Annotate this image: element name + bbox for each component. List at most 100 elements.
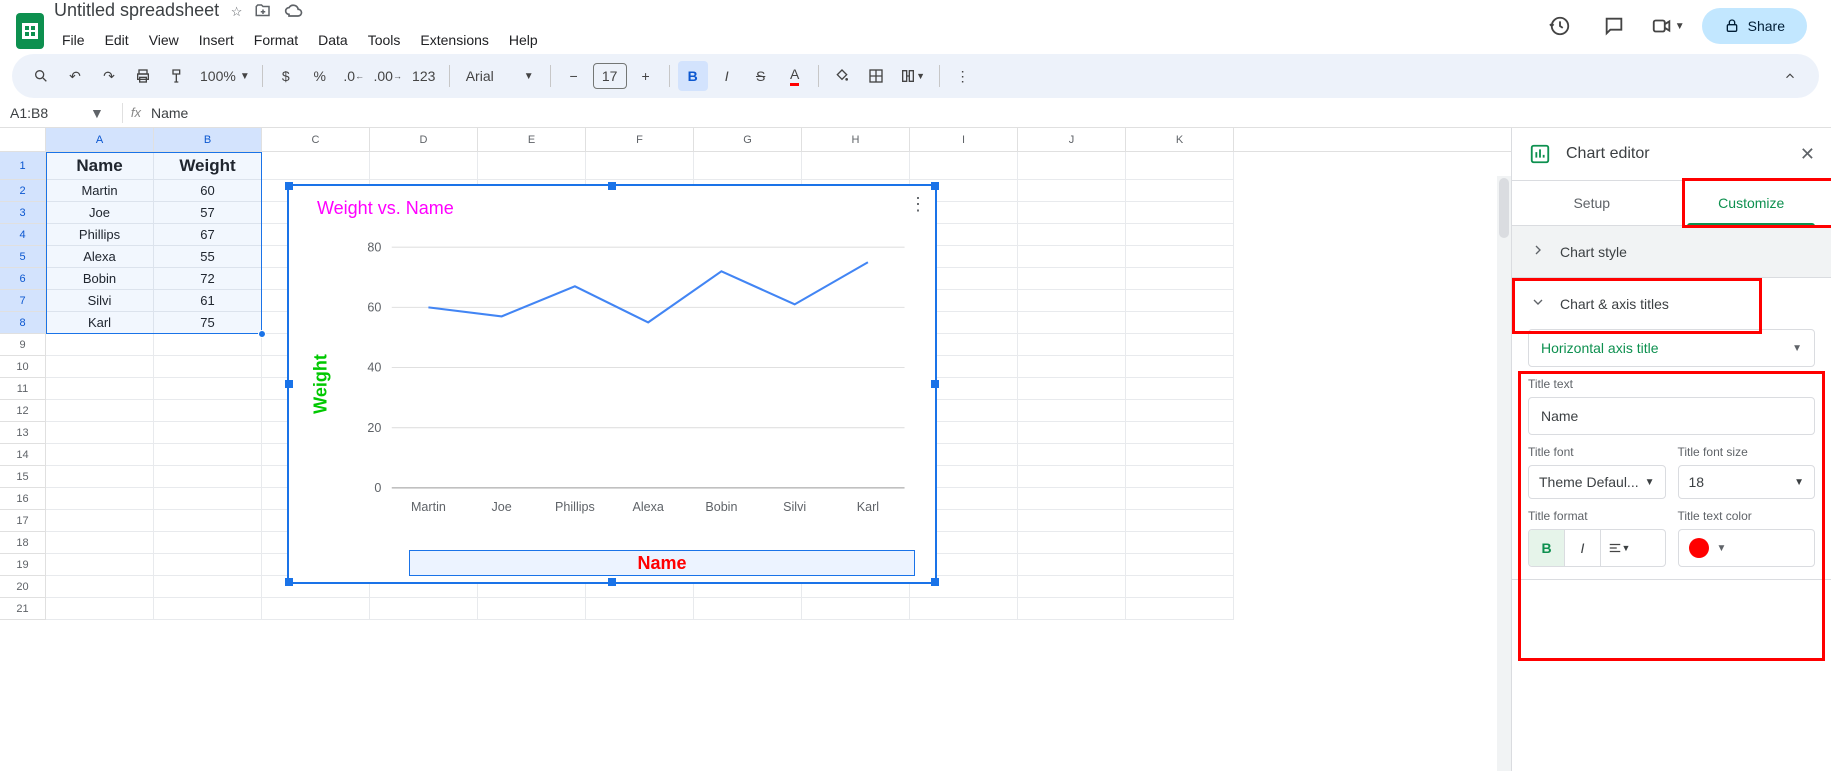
cell[interactable]: [910, 598, 1018, 620]
cell[interactable]: [1018, 422, 1126, 444]
cell[interactable]: Weight: [154, 152, 262, 180]
tab-setup[interactable]: Setup: [1512, 181, 1672, 225]
row-header[interactable]: 11: [0, 378, 46, 400]
cloud-status-icon[interactable]: [284, 1, 304, 24]
percent-format-icon[interactable]: %: [305, 61, 335, 91]
cell[interactable]: [478, 598, 586, 620]
section-chart-style-header[interactable]: Chart style: [1512, 226, 1831, 277]
cell[interactable]: [1126, 532, 1234, 554]
name-box-dropdown-icon[interactable]: ▼: [90, 105, 104, 121]
cell[interactable]: [1018, 510, 1126, 532]
cell[interactable]: Joe: [46, 202, 154, 224]
cell[interactable]: [1018, 356, 1126, 378]
row-header[interactable]: 5: [0, 246, 46, 268]
cell[interactable]: [1018, 466, 1126, 488]
col-header-h[interactable]: H: [802, 128, 910, 151]
cell[interactable]: [370, 598, 478, 620]
row-header[interactable]: 14: [0, 444, 46, 466]
cell[interactable]: [1018, 152, 1126, 180]
cell[interactable]: [154, 422, 262, 444]
font-size-input[interactable]: 17: [593, 63, 627, 89]
row-header[interactable]: 13: [0, 422, 46, 444]
title-bold-button[interactable]: B: [1529, 530, 1565, 566]
cell[interactable]: Phillips: [46, 224, 154, 246]
chart-title[interactable]: Weight vs. Name: [289, 186, 935, 219]
cell[interactable]: [1126, 378, 1234, 400]
print-icon[interactable]: [128, 61, 158, 91]
tab-customize[interactable]: Customize: [1672, 181, 1831, 225]
menu-insert[interactable]: Insert: [191, 28, 242, 52]
cell[interactable]: Karl: [46, 312, 154, 334]
cell[interactable]: [1018, 334, 1126, 356]
title-text-color-picker[interactable]: ▼: [1678, 529, 1816, 567]
menu-help[interactable]: Help: [501, 28, 546, 52]
document-title[interactable]: Untitled spreadsheet: [54, 0, 219, 21]
cell[interactable]: 72: [154, 268, 262, 290]
chart-x-axis-title[interactable]: Name: [409, 550, 915, 576]
col-header-j[interactable]: J: [1018, 128, 1126, 151]
cell[interactable]: [46, 488, 154, 510]
col-header-k[interactable]: K: [1126, 128, 1234, 151]
cell[interactable]: 55: [154, 246, 262, 268]
cell[interactable]: [154, 466, 262, 488]
cell[interactable]: [262, 152, 370, 180]
menu-format[interactable]: Format: [246, 28, 306, 52]
cell[interactable]: [1126, 510, 1234, 532]
cell[interactable]: Alexa: [46, 246, 154, 268]
cell[interactable]: 61: [154, 290, 262, 312]
cell[interactable]: [154, 510, 262, 532]
cell[interactable]: [1018, 378, 1126, 400]
cell[interactable]: [46, 554, 154, 576]
row-header[interactable]: 19: [0, 554, 46, 576]
close-icon[interactable]: ✕: [1800, 144, 1815, 165]
title-font-select[interactable]: Theme Defaul...▼: [1528, 465, 1666, 499]
cell[interactable]: [1018, 488, 1126, 510]
title-italic-button[interactable]: I: [1565, 530, 1601, 566]
menu-extensions[interactable]: Extensions: [412, 28, 496, 52]
borders-button[interactable]: [861, 61, 891, 91]
cell[interactable]: [46, 378, 154, 400]
axis-title-selector[interactable]: Horizontal axis title ▼: [1528, 329, 1815, 367]
cell[interactable]: [46, 444, 154, 466]
decrease-font-size-button[interactable]: −: [559, 61, 589, 91]
col-header-g[interactable]: G: [694, 128, 802, 151]
cell[interactable]: [46, 466, 154, 488]
cell[interactable]: [802, 598, 910, 620]
cell[interactable]: [1018, 532, 1126, 554]
cell[interactable]: [1018, 224, 1126, 246]
zoom-select[interactable]: 100%▼: [196, 68, 254, 84]
cell[interactable]: [154, 444, 262, 466]
cell[interactable]: [694, 598, 802, 620]
select-all-corner[interactable]: [0, 128, 46, 151]
move-icon[interactable]: [254, 2, 272, 23]
cell[interactable]: [46, 532, 154, 554]
bold-button[interactable]: B: [678, 61, 708, 91]
row-header[interactable]: 18: [0, 532, 46, 554]
cell[interactable]: Name: [46, 152, 154, 180]
redo-icon[interactable]: ↷: [94, 61, 124, 91]
cell[interactable]: [1126, 554, 1234, 576]
embedded-chart[interactable]: ⋮ Weight vs. Name Weight 020406080Martin…: [287, 184, 937, 584]
paint-format-icon[interactable]: [162, 61, 192, 91]
cell[interactable]: [1126, 224, 1234, 246]
cell[interactable]: [1018, 444, 1126, 466]
col-header-f[interactable]: F: [586, 128, 694, 151]
row-header[interactable]: 8: [0, 312, 46, 334]
fill-color-button[interactable]: [827, 61, 857, 91]
cell[interactable]: [1126, 356, 1234, 378]
cell[interactable]: [1018, 246, 1126, 268]
row-header[interactable]: 12: [0, 400, 46, 422]
merge-cells-button[interactable]: ▼: [895, 61, 931, 91]
menu-tools[interactable]: Tools: [360, 28, 409, 52]
cell[interactable]: [1018, 290, 1126, 312]
share-button[interactable]: Share: [1702, 8, 1807, 44]
cell[interactable]: [1126, 290, 1234, 312]
cell[interactable]: [1126, 268, 1234, 290]
sheets-logo[interactable]: [16, 13, 44, 49]
row-header[interactable]: 6: [0, 268, 46, 290]
vertical-scrollbar[interactable]: [1497, 176, 1511, 771]
cell[interactable]: 57: [154, 202, 262, 224]
cell[interactable]: [1126, 444, 1234, 466]
history-icon[interactable]: [1540, 6, 1580, 46]
title-align-button[interactable]: ▼: [1601, 530, 1637, 566]
